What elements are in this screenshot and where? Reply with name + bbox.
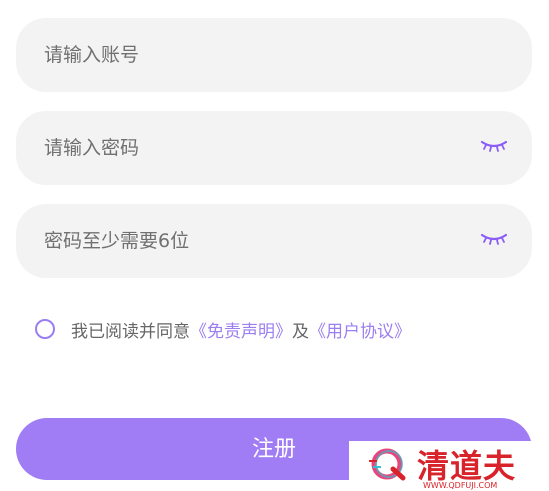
account-field[interactable] [16, 18, 532, 92]
watermark-url: WWW.QDFUJI.COM [423, 481, 498, 490]
agreement-prefix: 我已阅读并同意 [71, 321, 190, 342]
eye-closed-icon[interactable] [480, 231, 508, 249]
disclaimer-link[interactable]: 《免责声明》 [190, 317, 292, 342]
password-input[interactable] [44, 111, 464, 185]
agreement-row: 我已阅读并同意 《免责声明》 及 《用户协议》 [35, 316, 411, 342]
eye-closed-icon[interactable] [480, 138, 508, 156]
agreement-connector: 及 [292, 321, 309, 342]
agreement-checkbox[interactable] [35, 319, 55, 339]
confirm-password-input[interactable] [44, 204, 464, 278]
account-input[interactable] [44, 18, 464, 92]
confirm-password-field[interactable] [16, 204, 532, 278]
password-field[interactable] [16, 111, 532, 185]
q-logo-icon [367, 445, 411, 483]
watermark: 清道夫 WWW.QDFUJI.COM [349, 441, 549, 491]
user-agreement-link[interactable]: 《用户协议》 [309, 317, 411, 342]
